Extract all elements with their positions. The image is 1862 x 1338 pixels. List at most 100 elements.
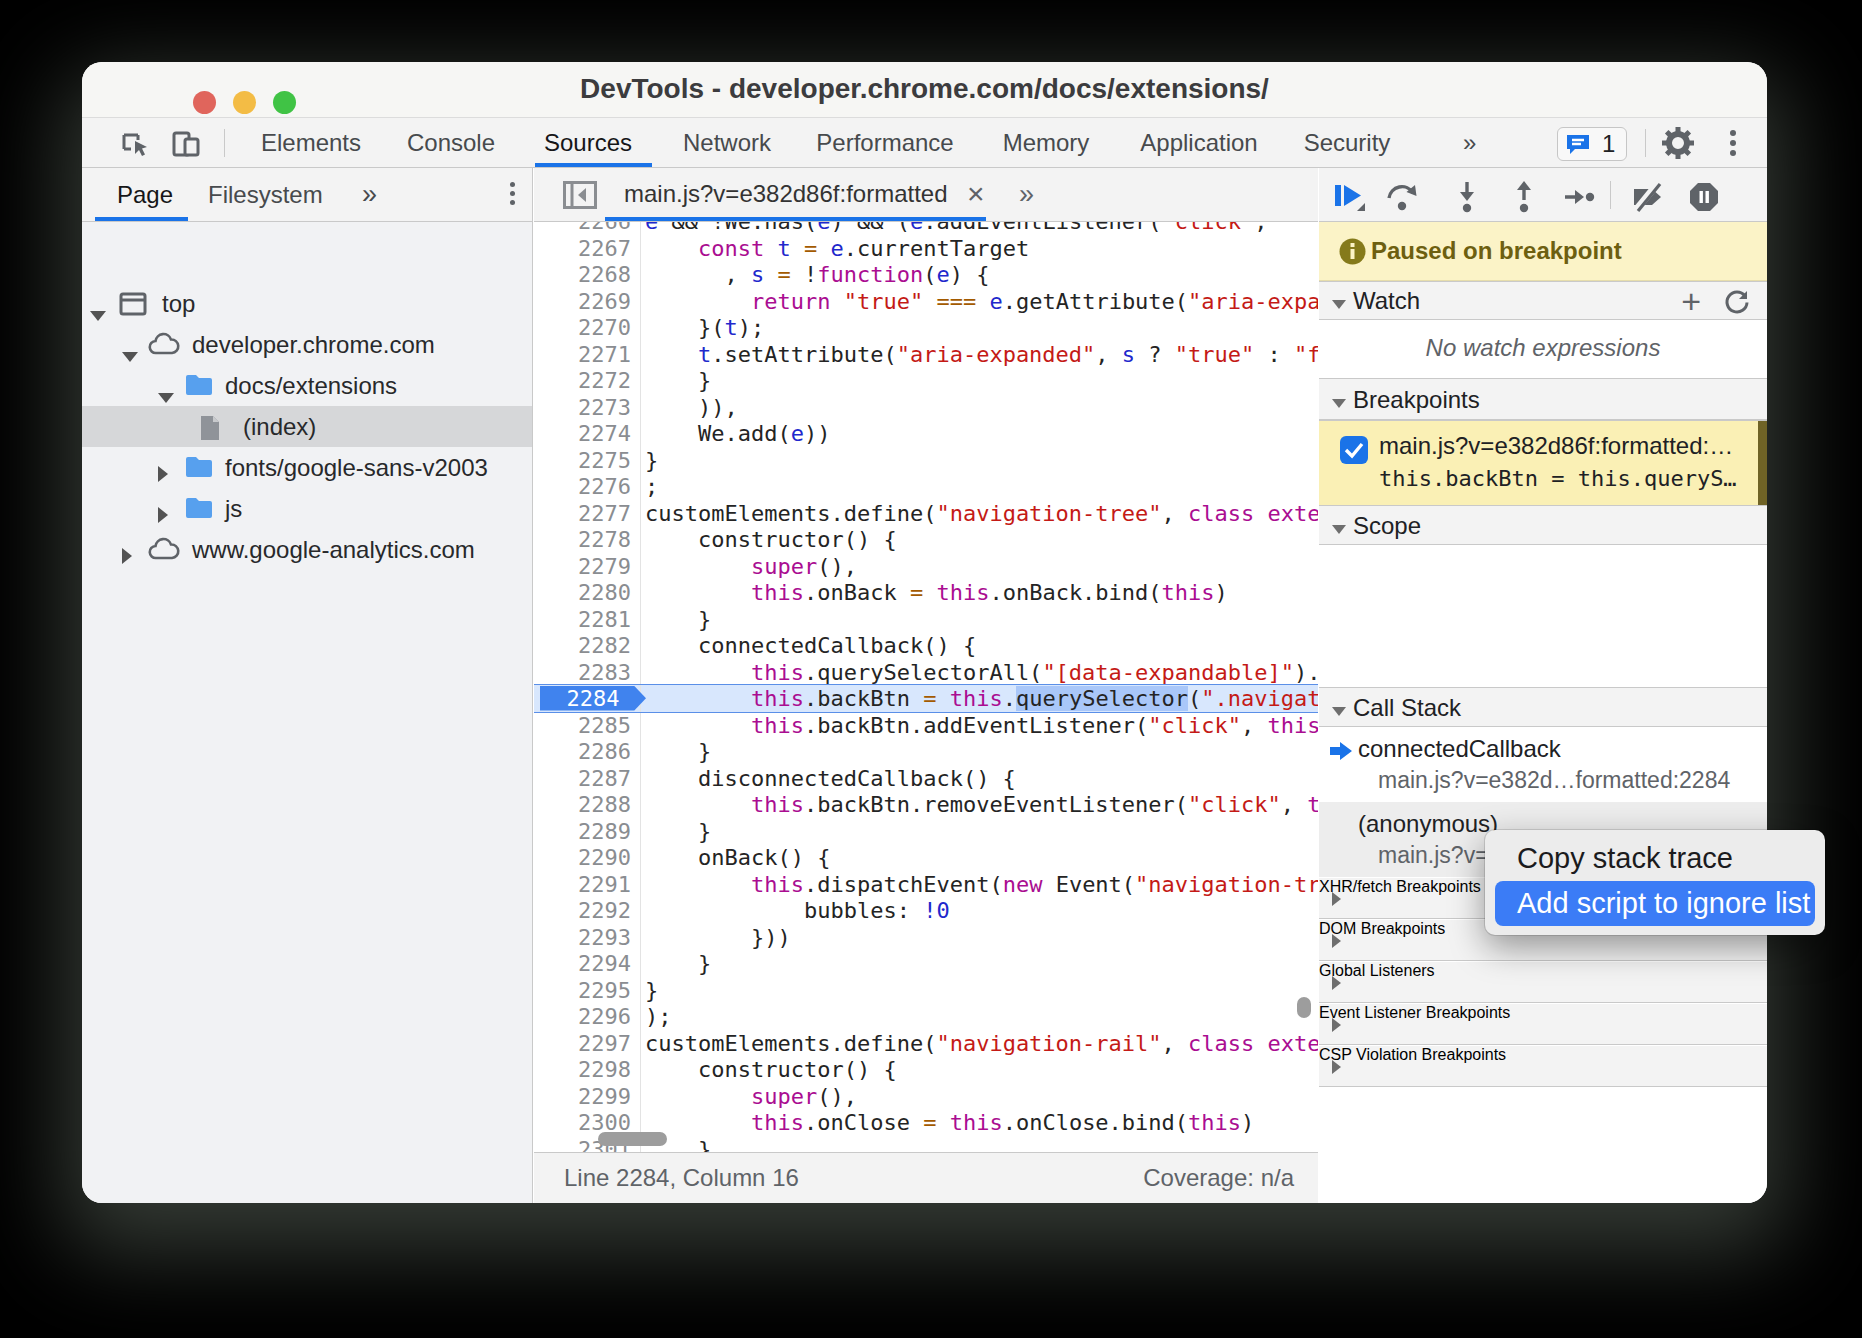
vertical-scrollbar[interactable] [1297,997,1311,1018]
stack-frame-1[interactable]: connectedCallbackmain.js?v=e382d…formatt… [1319,727,1767,802]
step-out-icon[interactable] [1507,180,1541,214]
hide-navigator-icon[interactable] [563,181,597,209]
line-number[interactable]: 2273 [534,394,631,421]
tree-item--index-[interactable]: (index) [82,406,532,447]
code-line-2271[interactable]: 2271 t.setAttribute("aria-expanded", s ?… [534,341,1318,368]
more-editor-tabs-icon[interactable]: » [1019,168,1034,220]
code-line-2284[interactable]: 22842284 this.backBtn = this.querySelect… [534,685,1318,712]
code-line-2299[interactable]: 2299 super(), [534,1083,1318,1110]
kebab-menu-icon[interactable] [1730,130,1736,156]
tab-elements[interactable]: Elements [261,118,361,167]
console-drawer-badge[interactable]: 1 [1557,127,1627,161]
code-line-2290[interactable]: 2290 onBack() { [534,844,1318,871]
step-icon[interactable] [1563,180,1597,214]
horizontal-scrollbar[interactable] [598,1132,667,1146]
code-line-2269[interactable]: 2269 return "true" === e.getAttribute("a… [534,288,1318,315]
line-number[interactable]: 2267 [534,235,631,262]
tab-security[interactable]: Security [1304,118,1391,167]
tree-item-www-google-analytics-com[interactable]: www.google-analytics.com [82,529,532,570]
scope-local[interactable] [1319,552,1767,584]
tab-network[interactable]: Network [683,118,771,167]
code-line-2288[interactable]: 2288 this.backBtn.removeEventListener("c… [534,791,1318,818]
line-number[interactable]: 2299 [534,1083,631,1110]
line-number[interactable]: 2281 [534,606,631,633]
add-watch-icon[interactable]: + [1681,282,1701,321]
line-number[interactable]: 2277 [534,500,631,527]
tab-performance[interactable]: Performance [816,118,953,167]
file-tab-label[interactable]: main.js?v=e382d86f:formatted [624,168,948,220]
line-number[interactable]: 2282 [534,632,631,659]
tree-item-top[interactable]: top [82,283,532,324]
breakpoints-section-header[interactable]: Breakpoints [1319,378,1767,420]
line-number[interactable]: 2280 [534,579,631,606]
code-line-2273[interactable]: 2273 )), [534,394,1318,421]
line-number[interactable]: 2276 [534,473,631,500]
code-line-2281[interactable]: 2281 } [534,606,1318,633]
tree-item-fonts-google-sans-v2003[interactable]: fonts/google-sans-v2003 [82,447,532,488]
line-number[interactable]: 2274 [534,420,631,447]
line-number[interactable]: 2292 [534,897,631,924]
code-line-2277[interactable]: 2277customElements.define("navigation-tr… [534,500,1318,527]
line-number[interactable]: 2285 [534,712,631,739]
tab-page[interactable]: Page [117,168,173,221]
callstack-section-header[interactable]: Call Stack [1319,687,1767,727]
line-number[interactable]: 2291 [534,871,631,898]
inspect-icon[interactable] [118,127,152,161]
scope-global[interactable] [1319,648,1767,680]
watch-section-header[interactable]: Watch + [1319,281,1767,320]
line-number[interactable]: 2294 [534,950,631,977]
tree-item-developer-chrome-com[interactable]: developer.chrome.com [82,324,532,365]
code-line-2292[interactable]: 2292 bubbles: !0 [534,897,1318,924]
code-line-2280[interactable]: 2280 this.onBack = this.onBack.bind(this… [534,579,1318,606]
line-number[interactable]: 2270 [534,314,631,341]
line-number[interactable]: 2293 [534,924,631,951]
step-over-icon[interactable] [1385,180,1419,214]
code-line-2285[interactable]: 2285 this.backBtn.addEventListener("clic… [534,712,1318,739]
maximize-window-button[interactable] [273,91,296,114]
close-window-button[interactable] [193,91,216,114]
menu-item-copy-stack-trace[interactable]: Copy stack trace [1517,838,1733,878]
line-number[interactable]: 2268 [534,261,631,288]
code-line-2282[interactable]: 2282 connectedCallback() { [534,632,1318,659]
line-number[interactable]: 2271 [534,341,631,368]
code-line-2298[interactable]: 2298 constructor() { [534,1056,1318,1083]
code-line-2270[interactable]: 2270 }(t); [534,314,1318,341]
device-toolbar-icon[interactable] [170,127,204,161]
section-csp-violation-breakpoints[interactable]: CSP Violation Breakpoints [1319,1045,1767,1087]
minimize-window-button[interactable] [233,91,256,114]
step-into-icon[interactable] [1450,180,1484,214]
menu-item-add-script-to-ignore-list[interactable]: Add script to ignore list [1495,881,1815,926]
line-number[interactable]: 2290 [534,844,631,871]
line-number[interactable]: 2283 [534,659,631,686]
line-number[interactable]: 2272 [534,367,631,394]
more-panels-icon[interactable]: » [1463,118,1476,167]
code-line-2278[interactable]: 2278 constructor() { [534,526,1318,553]
tab-sources[interactable]: Sources [544,118,632,167]
code-line-2272[interactable]: 2272 } [534,367,1318,394]
code-line-2274[interactable]: 2274 We.add(e)) [534,420,1318,447]
code-line-2286[interactable]: 2286 } [534,738,1318,765]
code-line-2291[interactable]: 2291 this.dispatchEvent(new Event("navig… [534,871,1318,898]
section-event-listener-breakpoints[interactable]: Event Listener Breakpoints [1319,1003,1767,1045]
code-line-2293[interactable]: 2293 })) [534,924,1318,951]
line-number[interactable]: 2278 [534,526,631,553]
section-global-listeners[interactable]: Global Listeners [1319,961,1767,1003]
code-line-2276[interactable]: 2276; [534,473,1318,500]
code-line-2296[interactable]: 2296); [534,1003,1318,1030]
line-number[interactable]: 2287 [534,765,631,792]
line-number[interactable]: 2269 [534,288,631,315]
code-line-2266[interactable]: 2266e && !We.has(e) && (e.addEventListen… [534,222,1318,235]
line-number[interactable]: 2288 [534,791,631,818]
pause-on-exceptions-icon[interactable] [1687,180,1721,214]
line-number[interactable]: 2289 [534,818,631,845]
scope-section-header[interactable]: Scope [1319,505,1767,545]
tab-application[interactable]: Application [1140,118,1257,167]
line-number[interactable]: 2295 [534,977,631,1004]
resume-script-icon[interactable] [1332,180,1366,214]
scope-this[interactable] [1319,584,1767,616]
deactivate-breakpoints-icon[interactable] [1630,180,1666,214]
code-line-2294[interactable]: 2294 } [534,950,1318,977]
code-line-2275[interactable]: 2275} [534,447,1318,474]
refresh-watch-icon[interactable] [1723,289,1750,316]
line-number[interactable]: 2296 [534,1003,631,1030]
